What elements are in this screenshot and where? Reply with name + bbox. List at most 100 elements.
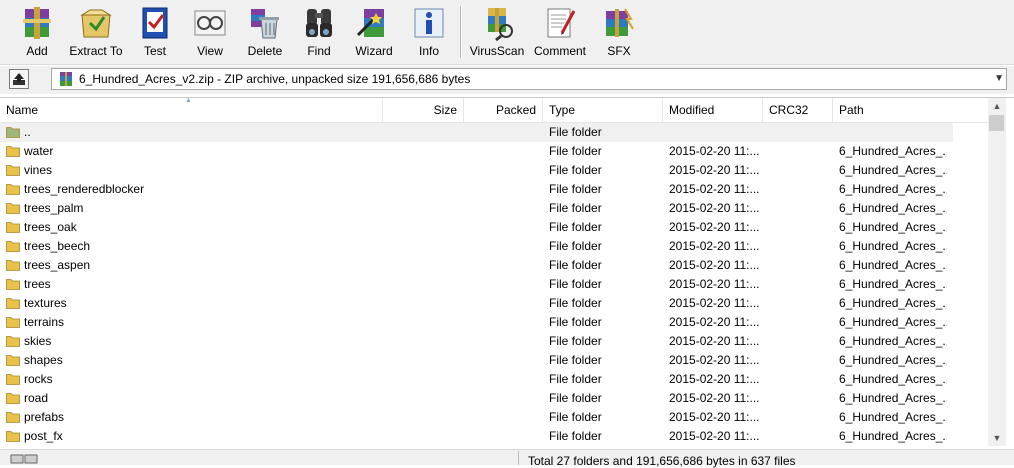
cell-name: trees_palm	[24, 201, 84, 215]
cell-path: 6_Hundred_Acres_...	[839, 258, 947, 272]
folder-icon	[6, 184, 20, 195]
extract-to-button[interactable]: Extract To	[66, 3, 126, 61]
cell-type: File folder	[549, 334, 602, 348]
column-packed-label: Packed	[495, 103, 536, 117]
status-separator	[518, 451, 519, 465]
scrollbar-thumb[interactable]	[989, 115, 1004, 131]
column-size-label: Size	[433, 103, 457, 117]
cell-name: trees_beech	[24, 239, 91, 253]
info-icon	[414, 8, 444, 38]
column-header-size[interactable]: Size	[383, 98, 464, 122]
cell-name: water	[24, 144, 54, 158]
table-row[interactable]: prefabs File folder 2015-02-20 11:... 6_Hun…	[0, 408, 988, 427]
status-text: Total 27 folders and 191,656,686 bytes i…	[528, 454, 796, 468]
column-header-crc32[interactable]: CRC32	[763, 98, 833, 122]
table-row[interactable]: post_fx File folder 2015-02-20 11:... 6_Hun…	[0, 427, 988, 446]
delete-button[interactable]: Delete	[244, 3, 286, 61]
table-row[interactable]: road File folder 2015-02-20 11:... 6_Hundre…	[0, 389, 988, 408]
cell-name: prefabs	[24, 410, 65, 424]
comment-button[interactable]: Comment	[531, 3, 589, 61]
cell-modified	[669, 123, 761, 142]
cell-modified: 2015-02-20 11:...	[669, 429, 760, 443]
cell-type: File folder	[549, 201, 602, 215]
chevron-down-icon[interactable]: ▼	[994, 73, 1004, 84]
wizard-button[interactable]: Wizard	[354, 3, 394, 61]
toolbar: Add Extract To Test View Delete Find Wiz…	[0, 0, 1014, 65]
cell-path: 6_Hundred_Acres_...	[839, 315, 947, 329]
wizard-icon	[356, 9, 384, 37]
find-button[interactable]: Find	[302, 3, 336, 61]
cell-path: 6_Hundred_Acres_...	[839, 391, 947, 405]
view-icon	[194, 10, 226, 36]
table-row[interactable]: skies File folder 2015-02-20 11:... 6_Hundr…	[0, 332, 988, 351]
scroll-down-icon[interactable]: ▼	[988, 430, 1006, 446]
table-row[interactable]: trees_oak File folder 2015-02-20 11:... 6_H…	[0, 218, 988, 237]
table-row[interactable]: water File folder 2015-02-20 11:... 6_Hundr…	[0, 142, 988, 161]
table-row[interactable]: shapes File folder 2015-02-20 11:... 6_Hund…	[0, 351, 988, 370]
test-label: Test	[143, 44, 166, 58]
column-type-label: Type	[549, 103, 576, 117]
column-header-type[interactable]: Type	[543, 98, 663, 122]
cell-modified: 2015-02-20 11:...	[669, 239, 760, 253]
cell-name: trees_renderedblocker	[24, 182, 145, 196]
folder-icon	[6, 260, 20, 271]
address-dropdown[interactable]: 6_Hundred_Acres_v2.zip - ZIP archive, un…	[51, 68, 1007, 90]
cell-path: 6_Hundred_Acres_...	[839, 277, 947, 291]
cell-modified: 2015-02-20 11:...	[669, 144, 760, 158]
cell-modified: 2015-02-20 11:...	[669, 372, 760, 386]
cell-name: vines	[24, 163, 53, 177]
cell-name: shapes	[24, 353, 63, 367]
cell-path: 6_Hundred_Acres_...	[839, 144, 947, 158]
test-button[interactable]: Test	[137, 3, 173, 61]
add-button[interactable]: Add	[16, 3, 58, 61]
column-header-path[interactable]: Path	[833, 98, 988, 122]
table-row[interactable]: trees_renderedblocker File folder 2015-02-…	[0, 180, 988, 199]
table-row[interactable]: rocks File folder 2015-02-20 11:... 6_Hundr…	[0, 370, 988, 389]
folder-icon	[6, 279, 20, 290]
table-row[interactable]: terrains File folder 2015-02-20 11:... 6_Hu…	[0, 313, 988, 332]
table-row[interactable]: trees_palm File folder 2015-02-20 11:... 6_…	[0, 199, 988, 218]
folder-icon	[6, 298, 20, 309]
cell-path	[839, 123, 947, 142]
column-header-row: Name ▲ Size Packed Type Modified CRC32 P…	[0, 97, 988, 123]
table-row[interactable]: vines File folder 2015-02-20 11:... 6_Hundr…	[0, 161, 988, 180]
view-button[interactable]: View	[190, 3, 230, 61]
cell-type: File folder	[549, 277, 602, 291]
up-folder-button[interactable]	[9, 69, 29, 89]
folder-icon	[6, 222, 20, 233]
sfx-button[interactable]: SFX	[598, 3, 640, 61]
address-text: 6_Hundred_Acres_v2.zip - ZIP archive, un…	[79, 72, 471, 86]
extract-to-label: Extract To	[69, 44, 123, 58]
folder-icon	[6, 241, 20, 252]
up-arrow-icon	[13, 73, 25, 85]
cell-type: File folder	[549, 372, 602, 386]
table-row[interactable]: textures File folder 2015-02-20 11:... 6_Hu…	[0, 294, 988, 313]
file-list: Name ▲ Size Packed Type Modified CRC32 P…	[0, 97, 1014, 448]
vertical-scrollbar[interactable]: ▲ ▼	[988, 98, 1006, 446]
info-button[interactable]: Info	[412, 3, 446, 61]
cell-path: 6_Hundred_Acres_...	[839, 334, 947, 348]
cell-type: File folder	[549, 182, 602, 196]
table-row[interactable]: trees File folder 2015-02-20 11:... 6_Hundr…	[0, 275, 988, 294]
column-header-modified[interactable]: Modified	[663, 98, 763, 122]
info-label: Info	[418, 44, 439, 58]
table-row[interactable]: trees_aspen File folder 2015-02-20 11:... 6…	[0, 256, 988, 275]
table-row[interactable]: trees_beech File folder 2015-02-20 11:... 6…	[0, 237, 988, 256]
add-label: Add	[26, 44, 48, 58]
cell-name: trees_aspen	[24, 258, 91, 272]
cell-type: File folder	[549, 296, 602, 310]
cell-type: File folder	[549, 315, 602, 329]
cell-type: File folder	[549, 220, 602, 234]
cell-type: File folder	[549, 239, 602, 253]
toolbar-separator	[460, 6, 462, 58]
parent-folder-row[interactable]: .. File folder	[0, 123, 953, 142]
cell-modified: 2015-02-20 11:...	[669, 391, 760, 405]
column-header-packed[interactable]: Packed	[464, 98, 543, 122]
scroll-up-icon[interactable]: ▲	[988, 98, 1006, 114]
cell-type: File folder	[549, 410, 602, 424]
virusscan-button[interactable]: VirusScan	[470, 3, 524, 61]
virusscan-label: VirusScan	[469, 44, 525, 58]
cell-modified: 2015-02-20 11:...	[669, 163, 760, 177]
folder-icon	[6, 374, 20, 385]
cell-modified: 2015-02-20 11:...	[669, 353, 760, 367]
